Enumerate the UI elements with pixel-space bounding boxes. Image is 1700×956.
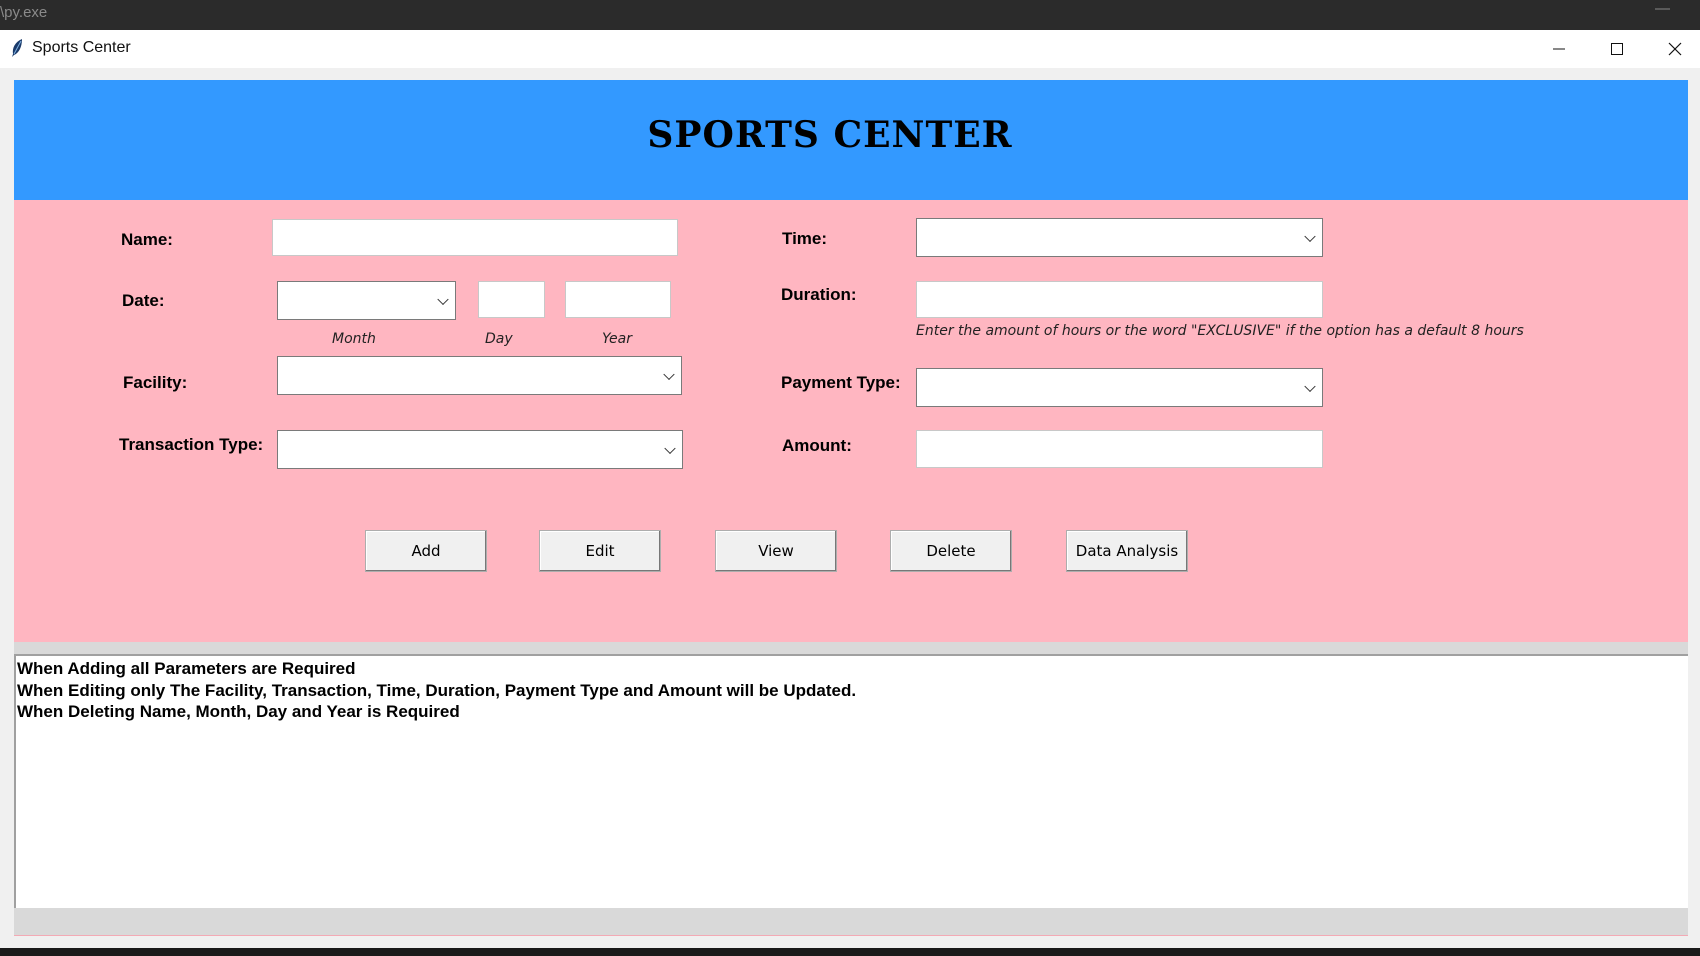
output-line: When Adding all Parameters are Required <box>17 659 356 678</box>
chevron-down-icon <box>664 442 676 454</box>
day-caption: Day <box>485 331 513 347</box>
output-line: When Deleting Name, Month, Day and Year … <box>17 702 460 721</box>
view-button[interactable]: View <box>715 530 837 572</box>
edit-button[interactable]: Edit <box>539 530 661 572</box>
minimize-icon <box>1553 48 1565 50</box>
transaction-type-label: Transaction Type: <box>119 435 264 454</box>
date-label: Date: <box>122 291 165 310</box>
transaction-type-select[interactable] <box>277 430 683 469</box>
close-button[interactable] <box>1646 30 1700 68</box>
minimize-button[interactable] <box>1530 30 1588 68</box>
separator <box>14 642 1688 654</box>
data-analysis-button[interactable]: Data Analysis <box>1066 530 1188 572</box>
payment-type-select[interactable] <box>916 368 1323 407</box>
feather-icon <box>10 38 24 58</box>
console-titlebar <box>0 0 1700 28</box>
console-minimize-button[interactable]: — <box>1655 0 1670 17</box>
duration-label: Duration: <box>781 285 857 304</box>
chevron-down-icon <box>437 293 449 305</box>
facility-select[interactable] <box>277 356 682 395</box>
chevron-down-icon <box>663 368 675 380</box>
window-title: Sports Center <box>32 39 131 56</box>
add-button[interactable]: Add <box>365 530 487 572</box>
chevron-down-icon <box>1304 230 1316 242</box>
maximize-button[interactable] <box>1588 30 1646 68</box>
time-label: Time: <box>782 229 828 248</box>
amount-label: Amount: <box>782 436 852 455</box>
year-input[interactable] <box>565 281 671 318</box>
month-caption: Month <box>332 331 376 347</box>
payment-type-label: Payment Type: <box>781 373 901 392</box>
duration-hint: Enter the amount of hours or the word "E… <box>916 323 1524 339</box>
day-input[interactable] <box>478 281 545 318</box>
delete-button[interactable]: Delete <box>890 530 1012 572</box>
taskbar-edge <box>0 948 1700 956</box>
amount-input[interactable] <box>916 430 1323 468</box>
output-line: When Editing only The Facility, Transact… <box>17 681 857 700</box>
close-icon <box>1668 42 1682 56</box>
maximize-icon <box>1611 43 1623 55</box>
chevron-down-icon <box>1304 380 1316 392</box>
facility-label: Facility: <box>123 373 188 392</box>
form-panel <box>14 200 1688 642</box>
name-label: Name: <box>121 230 173 249</box>
status-strip <box>14 908 1688 936</box>
page-title: SPORTS CENTER <box>647 114 1013 156</box>
month-select[interactable] <box>277 281 456 320</box>
duration-input[interactable] <box>916 281 1323 318</box>
window-titlebar <box>0 30 1700 68</box>
divider <box>14 935 1688 936</box>
time-select[interactable] <box>916 218 1323 257</box>
year-caption: Year <box>602 331 632 347</box>
name-input[interactable] <box>272 219 678 256</box>
console-title: \py.exe <box>0 4 48 21</box>
